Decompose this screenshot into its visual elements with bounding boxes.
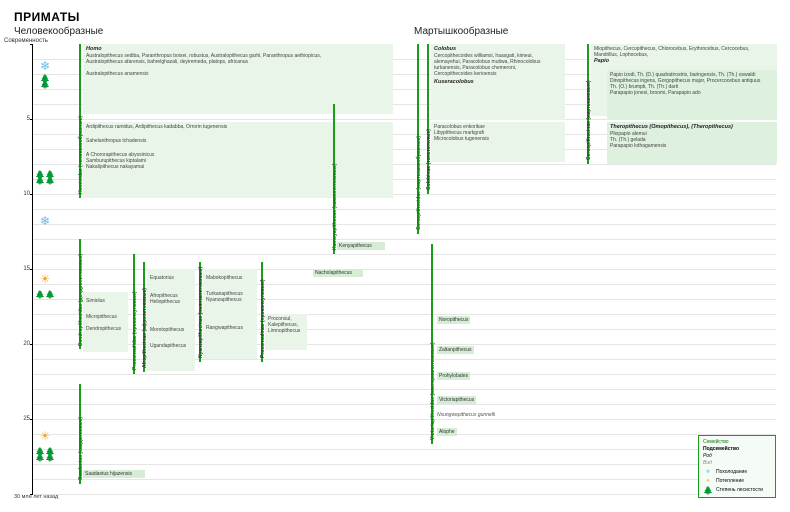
hominidae-block: Homo Australopithecus sediba, Paranthrop…: [83, 44, 393, 114]
afropith-block: Equatorius Afropithecus Heliopithecus Mo…: [147, 269, 195, 371]
taxon-text: Ugandapithecus: [150, 343, 192, 349]
tree-icon: 🌲: [703, 488, 713, 494]
timeline-chart: ❄ 🌲🌲 🌲🌲🌲🌲 ❄ ☀ 🌲🌲 ☀ 🌲🌲🌲🌲 Homo Australopit…: [32, 44, 776, 494]
cercopithecinae-vlabel: Cercopithecinae (мартышковые): [586, 80, 592, 160]
yaxis-tick-10: 10: [4, 191, 30, 197]
snowflake-icon: ❄: [35, 59, 55, 73]
legend-forest: Степень лесистости: [716, 487, 763, 494]
yaxis-tick-5: 5: [4, 116, 30, 122]
tree-icon: 🌲🌲: [35, 76, 55, 88]
colobus-block2: Paracolobus enkorikae Libypithecus markg…: [431, 122, 565, 162]
tree-icon: 🌲🌲🌲🌲: [35, 172, 55, 184]
dendro-block: Simiolus Micropithecus Dendropithecus: [83, 292, 128, 352]
taxon-text: Sahelanthropus tchadensis: [86, 138, 390, 144]
zaltan-block: Zaltanpithecus: [437, 346, 474, 354]
hominidae-block2: Ardipithecus ramidus, Ardipithecus kadab…: [83, 122, 393, 198]
snowflake-icon: ❄: [35, 214, 55, 228]
legend-species: Вид: [703, 460, 771, 467]
subtitle-left: Человекообразные: [14, 26, 414, 37]
taxon-text: Rangwapithecus: [206, 325, 254, 331]
taxon-text: Nyanzapithecus: [206, 297, 254, 303]
taxon-text: Ardipithecus ramidus, Ardipithecus kadab…: [86, 124, 390, 130]
legend-genus: Род: [703, 453, 771, 460]
taxon-text: Morotopithecus: [150, 327, 192, 333]
proconsulinae-block: Proconsul, Kalepithecus, Limnopithecus: [265, 314, 307, 350]
yaxis-label-bottom: 30 млн лет назад: [14, 494, 58, 500]
colobus-label: Colobus: [434, 46, 562, 53]
saadanius-block: Saadanius hijazensis: [83, 470, 145, 478]
taxon-text: Microcolobus tugenensis: [434, 136, 562, 142]
papio-label: Papio: [594, 58, 774, 65]
legend-family: Семейство: [703, 439, 771, 446]
yaxis-tick-25: 25: [4, 416, 30, 422]
yaxis-label-top: Современность: [4, 38, 64, 44]
victoria-block: Victoriapithecus: [437, 396, 476, 404]
legend-warming: Потепление: [716, 478, 744, 485]
thero-label: Theropithecus (Omopithecus), (Theropithe…: [610, 124, 774, 131]
taxon-text: Limnopithecus: [268, 328, 304, 334]
yaxis-tick-20: 20: [4, 341, 30, 347]
cercopith-vlabel: Cercopithecidae (мартышкообразные): [416, 136, 422, 230]
taxon-text: Simiolus: [86, 298, 125, 304]
taxon-text: Equatorius: [150, 275, 192, 281]
subtitle-right: Мартышкообразные: [414, 26, 508, 37]
taxon-text: Australopithecus afarensis, bahrelghazal…: [86, 59, 390, 65]
hominidae-vlabel: Hominidae (человекообразные): [78, 116, 84, 194]
taxon-text: Heliopithecus: [150, 299, 192, 305]
proconsul-vlabel: Proconsulidae (проконсуловые): [132, 291, 138, 370]
taxon-text: Miopithecus, Cercopithecus, Chlorocebus,…: [594, 46, 774, 58]
legend-cooling: Похолодание: [716, 469, 747, 476]
colobinae-vlabel: Colobinae (толстотелые): [426, 129, 432, 190]
nsungwe-text: Nsungwepithecus gunnelli: [437, 412, 495, 418]
alophe-block: Alophe: [437, 428, 457, 436]
thero-block2: Theropithecus (Omopithecus), (Theropithe…: [607, 122, 777, 164]
taxon-text: Mabokopithecus: [206, 275, 254, 281]
taxon-text: Parapapio jonesi, broomi, Parapapio ado: [610, 90, 774, 96]
sun-icon: ☀: [35, 429, 55, 443]
kusera-label: Kuseracolobus: [434, 79, 562, 86]
thero-block: Papio izodi, Th. (D.) quadratirostris, b…: [607, 70, 777, 120]
taxon-text: Micropithecus: [86, 314, 125, 320]
taxon-text: Nakalipithecus nakayamai: [86, 164, 390, 170]
taxon-text: Dendropithecus: [86, 326, 125, 332]
prohylo-block: Prohylobates: [437, 372, 470, 380]
nachola-block: Nacholapithecus: [313, 269, 363, 277]
kenya-block: Kenyapithecus: [337, 242, 385, 250]
yaxis-tick-15: 15: [4, 266, 30, 272]
homo-label: Homo: [86, 46, 390, 53]
snowflake-icon: ❄: [703, 469, 713, 476]
taxon-text: Parapapio lothagamensis: [610, 143, 774, 149]
tree-icon: 🌲🌲: [35, 292, 55, 298]
legend-subfamily: Подсемейство: [703, 446, 771, 453]
sun-icon: ☀: [35, 272, 55, 286]
noropith-block: Noropithecus: [437, 316, 470, 324]
tree-icon: 🌲🌲🌲🌲: [35, 449, 55, 461]
taxon-text: Australopithecus anamensis: [86, 71, 390, 77]
sun-icon: ☀: [703, 478, 713, 485]
nyanza-block: Mabokopithecus Turkanapithecus Nyanzapit…: [203, 269, 257, 359]
kamoya-vlabel: Kamoyapithecus (камояпитековые): [332, 164, 338, 251]
taxon-text: Cercopithecoides kerioensis: [434, 71, 562, 77]
colobus-block: Colobus Cercopithecoides williamsi, haas…: [431, 44, 565, 120]
legend-box: Семейство Подсемейство Род Вид ❄Похолода…: [698, 435, 776, 498]
climate-column: ❄ 🌲🌲 🌲🌲🌲🌲 ❄ ☀ 🌲🌲 ☀ 🌲🌲🌲🌲: [35, 44, 55, 494]
page-title: ПРИМАТЫ: [14, 10, 776, 24]
victoria-vlabel: Victoriapithecidae (викториапитековые): [430, 342, 436, 440]
